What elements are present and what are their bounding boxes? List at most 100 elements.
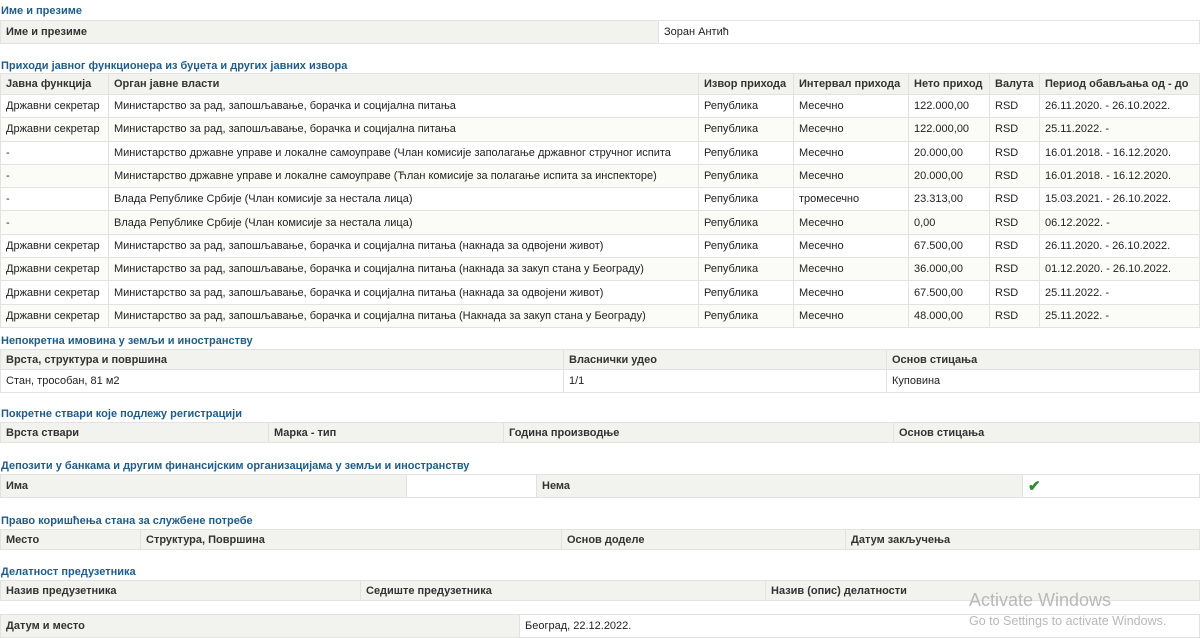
income-cell-function: - — [0, 141, 108, 164]
income-cell-function: - — [0, 164, 108, 188]
income-cell-interval: Месечно — [793, 304, 908, 327]
income-cell-currency: RSD — [989, 141, 1039, 164]
mv-header-kind: Врста ствари — [0, 423, 268, 442]
income-cell-currency: RSD — [989, 304, 1039, 327]
re-header-type: Врста, структура и површина — [0, 350, 563, 369]
section-title-deposits: Депозити у банкама и другим финансијским… — [1, 460, 470, 472]
name-table: Име и презиме Зоран Антић — [0, 20, 1200, 44]
deposits-has-value — [406, 475, 536, 497]
name-value: Зоран Антић — [658, 21, 1200, 43]
table-row: Државни секретар Министарство за рад, зап… — [0, 257, 1200, 281]
activate-windows-watermark: Activate Windows Go to Settings to activ… — [969, 590, 1166, 628]
income-header-period: Период обављања од - до — [1039, 74, 1200, 94]
real-estate-table: Врста, структура и површина Власнички уд… — [0, 349, 1200, 393]
section-title-name: Име и презиме — [1, 5, 83, 17]
income-cell-interval: тромесечно — [793, 188, 908, 211]
income-cell-source: Република — [698, 188, 793, 211]
section-title-entrepreneur: Делатност предузетника — [1, 566, 136, 578]
deposits-none-label: Нема — [536, 475, 1022, 497]
income-cell-currency: RSD — [989, 234, 1039, 258]
income-cell-source: Република — [698, 118, 793, 141]
section-title-housing: Право коришћења стана за службене потреб… — [1, 515, 253, 527]
income-cell-source: Република — [698, 95, 793, 118]
income-cell-function: Државни секретар — [0, 234, 108, 258]
income-cell-net-income: 122.000,00 — [908, 95, 989, 118]
movables-table: Врста ствари Марка - тип Година производ… — [0, 422, 1200, 443]
income-cell-net-income: 122.000,00 — [908, 118, 989, 141]
income-cell-function: Државни секретар — [0, 95, 108, 118]
income-cell-net-income: 67.500,00 — [908, 234, 989, 258]
income-cell-function: - — [0, 211, 108, 234]
table-row: Државни секретар Министарство за рад, зап… — [0, 233, 1200, 258]
table-row: - Влада Републике Србије (Члан комисије з… — [0, 187, 1200, 211]
income-cell-net-income: 36.000,00 — [908, 258, 989, 281]
table-row: Државни секретар Министарство за рад, зап… — [0, 303, 1200, 328]
re-cell-type: Стан, трособан, 81 м2 — [0, 370, 563, 392]
income-cell-source: Република — [698, 234, 793, 258]
income-cell-currency: RSD — [989, 164, 1039, 188]
mv-header-make: Марка - тип — [268, 423, 503, 442]
income-cell-currency: RSD — [989, 95, 1039, 118]
income-header-source: Извор прихода — [698, 74, 793, 94]
income-cell-source: Република — [698, 258, 793, 281]
income-cell-period: 16.01.2018. - 16.12.2020. — [1039, 141, 1200, 164]
income-cell-period: 25.11.2022. - — [1039, 304, 1200, 327]
footer-date-label: Датум и место — [0, 615, 519, 637]
income-cell-interval: Месечно — [793, 164, 908, 188]
income-cell-period: 26.11.2020. - 26.10.2022. — [1039, 234, 1200, 258]
income-cell-source: Република — [698, 304, 793, 327]
watermark-line1: Activate Windows — [969, 590, 1112, 610]
ho-header-structure: Структура, Површина — [140, 530, 561, 549]
re-header-share: Власнички удео — [563, 350, 886, 369]
income-cell-period: 06.12.2022. - — [1039, 211, 1200, 234]
income-cell-authority: Министарство за рад, запошљавање, борачк… — [108, 118, 698, 141]
mv-header-year: Година производње — [503, 423, 893, 442]
deposits-none-value: ✔ — [1022, 475, 1200, 497]
income-cell-period: 16.01.2018. - 16.12.2020. — [1039, 164, 1200, 188]
income-cell-authority: Министарство за рад, запошљавање, борачк… — [108, 258, 698, 281]
income-cell-interval: Месечно — [793, 141, 908, 164]
en-header-seat: Седиште предузетника — [360, 581, 765, 600]
income-header-interval: Интервал прихода — [793, 74, 908, 94]
watermark-line2: Go to Settings to activate Windows. — [969, 614, 1167, 628]
income-cell-period: 15.03.2021. - 26.10.2022. — [1039, 188, 1200, 211]
section-title-real-estate: Непокретна имовина у земљи и иностранств… — [1, 335, 253, 347]
table-row: - Министарство државне управе и локалне с… — [0, 140, 1200, 164]
income-cell-function: Државни секретар — [0, 258, 108, 281]
income-cell-authority: Министарство за рад, запошљавање, борачк… — [108, 281, 698, 304]
income-cell-interval: Месечно — [793, 118, 908, 141]
income-cell-authority: Министарство за рад, запошљавање, борачк… — [108, 95, 698, 118]
income-cell-net-income: 67.500,00 — [908, 281, 989, 304]
income-cell-source: Република — [698, 141, 793, 164]
income-cell-source: Република — [698, 211, 793, 234]
table-row: Стан, трособан, 81 м2 1/1 Куповина — [0, 369, 1200, 393]
table-row: Државни секретар Министарство за рад, зап… — [0, 94, 1200, 118]
income-cell-currency: RSD — [989, 281, 1039, 304]
mv-header-basis: Основ стицања — [893, 423, 1200, 442]
table-row: Државни секретар Министарство за рад, зап… — [0, 280, 1200, 304]
income-header-currency: Валута — [989, 74, 1039, 94]
deposits-table: Има Нема ✔ — [0, 474, 1200, 498]
income-cell-authority: Министарство државне управе и локалне са… — [108, 164, 698, 188]
income-cell-interval: Месечно — [793, 211, 908, 234]
income-cell-authority: Министарство државне управе и локалне са… — [108, 141, 698, 164]
income-cell-function: Државни секретар — [0, 281, 108, 304]
income-cell-period: 25.11.2022. - — [1039, 118, 1200, 141]
income-cell-net-income: 48.000,00 — [908, 304, 989, 327]
income-cell-authority: Министарство за рад, запошљавање, борачк… — [108, 304, 698, 327]
income-cell-authority: Влада Републике Србије (Члан комисије за… — [108, 188, 698, 211]
income-cell-period: 25.11.2022. - — [1039, 281, 1200, 304]
income-cell-net-income: 23.313,00 — [908, 188, 989, 211]
income-cell-interval: Месечно — [793, 234, 908, 258]
table-row: - Влада Републике Србије (Члан комисије з… — [0, 210, 1200, 234]
income-cell-period: 26.11.2020. - 26.10.2022. — [1039, 95, 1200, 118]
ho-header-place: Место — [0, 530, 140, 549]
table-row: - Министарство државне управе и локалне с… — [0, 163, 1200, 188]
income-cell-interval: Месечно — [793, 258, 908, 281]
name-label: Име и презиме — [0, 21, 658, 43]
income-cell-function: Државни секретар — [0, 118, 108, 141]
en-header-name: Назив предузетника — [0, 581, 360, 600]
income-cell-source: Република — [698, 164, 793, 188]
income-cell-function: Државни секретар — [0, 304, 108, 327]
re-cell-basis: Куповина — [886, 370, 1200, 392]
